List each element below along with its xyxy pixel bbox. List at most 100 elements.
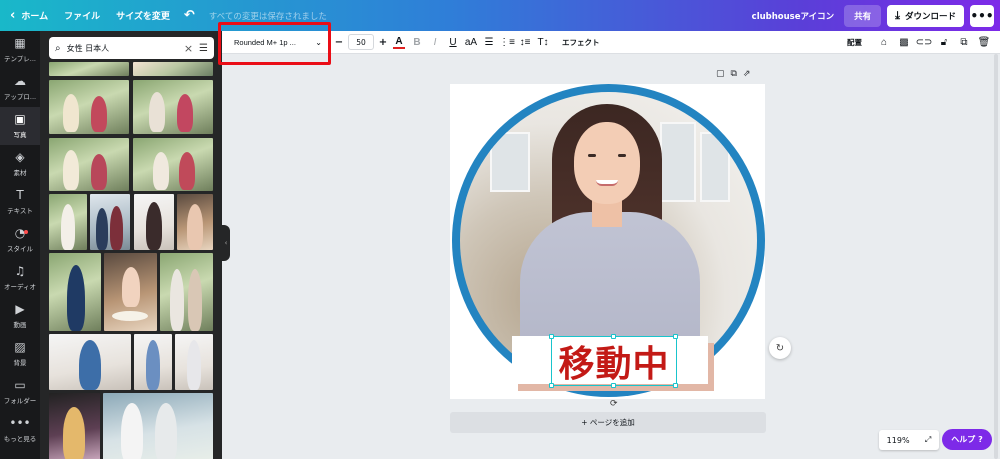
photo-thumbnail[interactable] (49, 138, 129, 191)
rail-label: フォルダー (3, 397, 37, 405)
photo-figure (155, 403, 177, 459)
project-name[interactable]: clubhouseアイコン (742, 0, 844, 31)
photo-figure (170, 269, 184, 331)
paint-roller-icon[interactable]: ⌂ (874, 37, 894, 48)
text-icon: T (16, 188, 24, 202)
photo-thumbnail[interactable] (133, 62, 213, 76)
photo-thumbnail[interactable] (160, 253, 213, 331)
resize-button[interactable]: サイズを変更 (108, 0, 178, 31)
collapse-panel-button[interactable]: ‹ (222, 225, 230, 261)
photo-thumbnail[interactable] (133, 138, 213, 191)
photo-figure (187, 204, 203, 250)
download-button[interactable]: ⤓ ダウンロード (887, 4, 964, 27)
photo-thumbnail[interactable] (104, 253, 157, 331)
rail-item-more[interactable]: ••• もっと見る (0, 411, 40, 449)
add-page-button[interactable]: + ページを追加 (450, 412, 766, 433)
photo-figure (63, 407, 85, 459)
home-button[interactable]: ‹ ホーム (0, 0, 56, 31)
resize-handle[interactable] (673, 334, 678, 339)
vertical-text-icon[interactable]: T↕ (534, 37, 552, 48)
resize-handle[interactable] (611, 334, 616, 339)
rail-label: アップロ... (3, 93, 37, 101)
photo-thumbnail[interactable] (49, 334, 131, 390)
effects-button[interactable]: エフェクト (562, 37, 600, 48)
photo-figure (146, 202, 162, 250)
rail-item-styles[interactable]: ◔ スタイル (0, 221, 40, 259)
rail-item-uploads[interactable]: ☁ アップロ... (0, 69, 40, 107)
expand-icon[interactable]: ⤢ (925, 435, 931, 445)
bold-icon[interactable]: B (408, 37, 426, 48)
position-button[interactable]: 配置 (847, 37, 862, 48)
photo-thumbnail[interactable] (49, 80, 129, 134)
photo-thumbnail[interactable] (134, 334, 172, 390)
zoom-value[interactable]: 119% (887, 436, 910, 445)
undo-icon[interactable]: ↶ (178, 0, 201, 31)
rail-item-background[interactable]: ▨ 背景 (0, 335, 40, 373)
photo-panel: ⌕ 女性 日本人 × ☰ (40, 31, 222, 459)
link-icon[interactable]: ⊂⊃ (914, 37, 934, 48)
rail-label: オーディオ (3, 283, 37, 291)
top-bar: ‹ ホーム ファイル サイズを変更 ↶ すべての変更は保存されました clubh… (0, 0, 1000, 31)
resize-handle[interactable] (549, 334, 554, 339)
photo-thumbnail[interactable] (177, 194, 213, 250)
underline-icon[interactable]: U (444, 37, 462, 48)
spacing-icon[interactable]: ↕≡ (516, 37, 534, 48)
download-icon: ⤓ (895, 8, 900, 22)
duplicate-page-icon[interactable]: ⧉ (731, 69, 737, 79)
rail-item-templates[interactable]: ▦ テンプレ... (0, 31, 40, 69)
font-size-increase-button[interactable]: + (376, 37, 390, 48)
trash-icon[interactable]: 🗑︎ (974, 37, 994, 48)
photo-figure (79, 340, 101, 390)
toolbar-right-group: 配置 ⌂ ▩ ⊂⊃ 🔓︎ ⧉ 🗑︎ (847, 37, 994, 48)
photo-thumbnail[interactable] (175, 334, 213, 390)
photo-thumbnail[interactable] (49, 393, 100, 459)
rail-item-video[interactable]: ▶ 動画 (0, 297, 40, 335)
share-page-icon[interactable]: ⇗ (743, 69, 751, 79)
font-size-input[interactable]: 50 (348, 34, 374, 50)
resize-handle[interactable] (673, 383, 678, 388)
photo-thumbnail[interactable] (134, 194, 174, 250)
photo-thumbnail[interactable] (133, 80, 213, 134)
more-options-button[interactable]: ••• (970, 4, 994, 27)
note-icon[interactable]: ▢ (716, 69, 725, 79)
align-center-icon[interactable]: ☰ (480, 37, 498, 48)
resize-handle[interactable] (611, 383, 616, 388)
file-menu-button[interactable]: ファイル (56, 0, 108, 31)
filter-icon[interactable]: ☰ (199, 43, 208, 54)
transparency-icon[interactable]: ▩ (894, 37, 914, 48)
rail-item-photos[interactable]: ▣ 写真 (0, 107, 40, 145)
photo-thumbnail[interactable] (49, 62, 129, 76)
text-color-icon[interactable]: A (393, 36, 405, 49)
canvas-scrollbar[interactable] (994, 54, 998, 459)
photo-thumbnail[interactable] (90, 194, 130, 250)
rotate-icon[interactable]: ⟳ (610, 399, 618, 409)
font-size-decrease-button[interactable]: − (332, 37, 346, 48)
close-icon[interactable]: × (184, 42, 193, 55)
photo-figure (96, 208, 108, 250)
share-button[interactable]: 共有 (844, 4, 882, 27)
photo-figure (91, 154, 107, 190)
photo-thumbnail[interactable] (49, 253, 101, 331)
portrait-eye (588, 154, 596, 157)
template-icon: ▦ (14, 36, 26, 50)
help-button[interactable]: ヘルプ ? (942, 429, 992, 450)
banner-text[interactable]: 移動中 (551, 336, 677, 386)
italic-icon[interactable]: I (426, 37, 444, 48)
lock-icon[interactable]: 🔓︎ (934, 37, 954, 48)
search-value[interactable]: 女性 日本人 (67, 43, 184, 54)
rail-item-folders[interactable]: ▭ フォルダー (0, 373, 40, 411)
list-icon[interactable]: ⋮≡ (498, 37, 516, 48)
photo-thumbnail[interactable] (103, 393, 213, 459)
photo-thumbnail[interactable] (49, 194, 87, 250)
zoom-control[interactable]: 119% ⤢ (879, 430, 939, 450)
duplicate-icon[interactable]: ⧉ (954, 37, 974, 48)
photo-figure (67, 265, 85, 331)
letter-case-icon[interactable]: aA (462, 37, 480, 48)
rail-item-text[interactable]: T テキスト (0, 183, 40, 221)
background-icon: ▨ (14, 340, 26, 354)
rail-item-elements[interactable]: ◈ 素材 (0, 145, 40, 183)
rail-item-audio[interactable]: ♫ オーディオ (0, 259, 40, 297)
resize-handle[interactable] (549, 383, 554, 388)
search-input[interactable]: ⌕ 女性 日本人 × ☰ (49, 37, 214, 59)
refresh-icon[interactable]: ↻ (769, 337, 791, 359)
